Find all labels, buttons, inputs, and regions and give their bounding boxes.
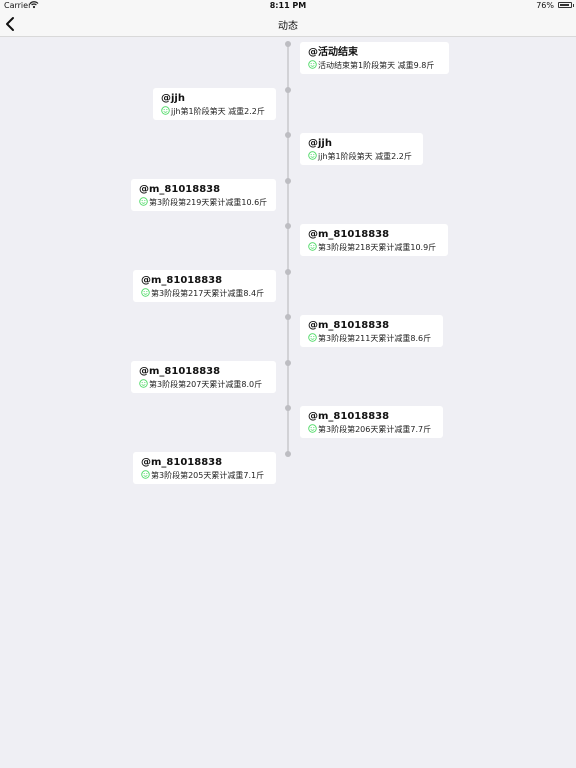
feed-detail: jjh第1阶段第天 减重2.2斤 bbox=[161, 106, 268, 118]
feed-detail-text: 第3阶段第206天累计减重7.7斤 bbox=[318, 425, 432, 434]
feed-user-name: @m_81018838 bbox=[139, 366, 221, 377]
timeline-dot bbox=[285, 314, 291, 320]
feed-user-name: @活动结束 bbox=[308, 47, 358, 58]
feed-card[interactable]: @m_81018838 第3阶段第217天累计减重8.4斤 bbox=[133, 270, 276, 302]
feed-user-name: @m_81018838 bbox=[308, 229, 390, 240]
smile-icon bbox=[308, 60, 317, 69]
feed-card[interactable]: @m_81018838 第3阶段第205天累计减重7.1斤 bbox=[133, 452, 276, 484]
feed-card[interactable]: @活动结束活动结束第1阶段第天 减重9.8斤 bbox=[300, 42, 449, 74]
feed-detail: 第3阶段第219天累计减重10.6斤 bbox=[139, 197, 268, 209]
feed-detail: jjh第1阶段第天 减重2.2斤 bbox=[308, 151, 415, 163]
feed-card[interactable]: @m_81018838 第3阶段第211天累计减重8.6斤 bbox=[300, 315, 443, 347]
feed-detail-text: jjh第1阶段第天 减重2.2斤 bbox=[171, 107, 265, 116]
feed-card[interactable]: @jjh jjh第1阶段第天 减重2.2斤 bbox=[153, 88, 276, 120]
feed-detail: 活动结束第1阶段第天 减重9.8斤 bbox=[308, 60, 441, 72]
feed-detail-text: 第3阶段第207天累计减重8.0斤 bbox=[149, 380, 263, 389]
smile-icon bbox=[139, 197, 148, 206]
timeline-line bbox=[287, 44, 289, 454]
battery-icon bbox=[558, 2, 572, 8]
feed-detail: 第3阶段第207天累计减重8.0斤 bbox=[139, 379, 268, 391]
feed-user-name: @m_81018838 bbox=[308, 411, 390, 422]
timeline-dot bbox=[285, 360, 291, 366]
feed-detail: 第3阶段第211天累计减重8.6斤 bbox=[308, 333, 435, 345]
feed-detail-text: 第3阶段第219天累计减重10.6斤 bbox=[149, 198, 268, 207]
feed-card[interactable]: @jjh jjh第1阶段第天 减重2.2斤 bbox=[300, 133, 423, 165]
timeline-dot bbox=[285, 132, 291, 138]
timeline-dot bbox=[285, 178, 291, 184]
feed-card[interactable]: @m_81018838 第3阶段第218天累计减重10.9斤 bbox=[300, 224, 448, 256]
smile-icon bbox=[139, 379, 148, 388]
battery-nub bbox=[573, 4, 574, 7]
feed-detail: 第3阶段第217天累计减重8.4斤 bbox=[141, 288, 268, 300]
smile-icon bbox=[161, 106, 170, 115]
timeline-dot bbox=[285, 405, 291, 411]
smile-icon bbox=[308, 242, 317, 251]
navigation-bar: 动态 bbox=[0, 12, 576, 37]
feed-card[interactable]: @m_81018838 第3阶段第206天累计减重7.7斤 bbox=[300, 406, 443, 438]
feed-detail: 第3阶段第205天累计减重7.1斤 bbox=[141, 470, 268, 482]
feed-detail: 第3阶段第206天累计减重7.7斤 bbox=[308, 424, 435, 436]
status-bar: Carrier 8:11 PM 76% bbox=[0, 0, 576, 12]
feed-user-name: @m_81018838 bbox=[141, 457, 223, 468]
feed-detail: 第3阶段第218天累计减重10.9斤 bbox=[308, 242, 440, 254]
feed-detail-text: 活动结束第1阶段第天 减重9.8斤 bbox=[318, 61, 435, 70]
smile-icon bbox=[141, 288, 150, 297]
feed-user-name: @jjh bbox=[161, 93, 185, 104]
feed-detail-text: 第3阶段第211天累计减重8.6斤 bbox=[318, 334, 432, 343]
status-time: 8:11 PM bbox=[269, 1, 307, 10]
smile-icon bbox=[308, 151, 317, 160]
feed-detail-text: jjh第1阶段第天 减重2.2斤 bbox=[318, 152, 412, 161]
feed-user-name: @m_81018838 bbox=[141, 275, 223, 286]
feed-detail-text: 第3阶段第205天累计减重7.1斤 bbox=[151, 471, 265, 480]
timeline-dot bbox=[285, 269, 291, 275]
feed-detail-text: 第3阶段第217天累计减重8.4斤 bbox=[151, 289, 265, 298]
timeline-dot bbox=[285, 87, 291, 93]
feed-user-name: @jjh bbox=[308, 138, 332, 149]
feed-card[interactable]: @m_81018838 第3阶段第207天累计减重8.0斤 bbox=[131, 361, 276, 393]
timeline-dot bbox=[285, 451, 291, 457]
feed-user-name: @m_81018838 bbox=[139, 184, 221, 195]
timeline-dot bbox=[285, 41, 291, 47]
timeline-dot bbox=[285, 223, 291, 229]
battery-percent: 76% bbox=[536, 1, 554, 10]
smile-icon bbox=[308, 424, 317, 433]
feed-user-name: @m_81018838 bbox=[308, 320, 390, 331]
page-title: 动态 bbox=[278, 21, 298, 32]
feed-detail-text: 第3阶段第218天累计减重10.9斤 bbox=[318, 243, 437, 252]
feed-card[interactable]: @m_81018838 第3阶段第219天累计减重10.6斤 bbox=[131, 179, 276, 211]
smile-icon bbox=[141, 470, 150, 479]
smile-icon bbox=[308, 333, 317, 342]
